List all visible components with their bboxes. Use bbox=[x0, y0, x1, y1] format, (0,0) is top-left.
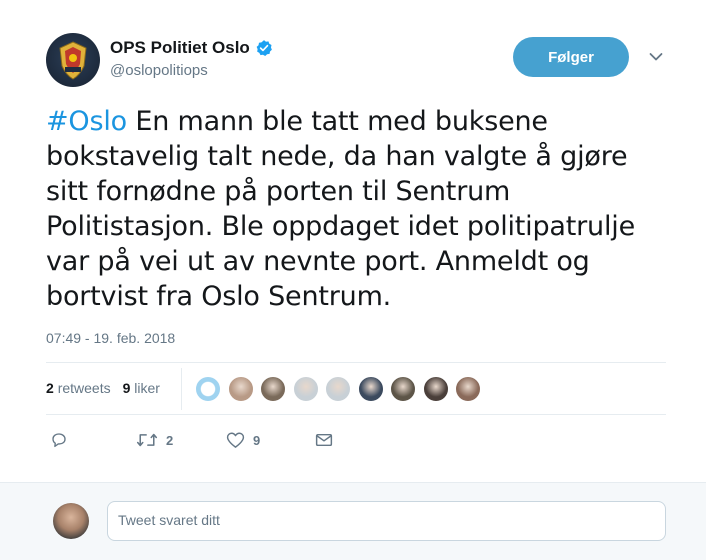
retweet-count: 2 bbox=[166, 432, 174, 448]
hashtag-link[interactable]: #Oslo bbox=[46, 106, 127, 137]
liker-avatar[interactable] bbox=[227, 376, 254, 402]
retweet-icon bbox=[136, 433, 158, 447]
divider bbox=[46, 362, 666, 363]
chevron-down-icon[interactable] bbox=[649, 52, 663, 62]
envelope-icon bbox=[315, 433, 333, 447]
like-count: 9 bbox=[253, 432, 261, 448]
liker-avatar[interactable] bbox=[422, 376, 449, 402]
liker-avatar[interactable] bbox=[292, 376, 319, 402]
liker-avatar[interactable] bbox=[357, 376, 384, 402]
retweets-count: 2 bbox=[46, 380, 54, 396]
liker-avatar[interactable] bbox=[260, 376, 286, 402]
liker-avatar[interactable] bbox=[195, 376, 221, 402]
verified-badge-icon bbox=[256, 40, 272, 56]
liker-avatar[interactable] bbox=[325, 376, 351, 402]
tweet-text: #Oslo En mann ble tatt med buksene bokst… bbox=[46, 104, 676, 314]
likers-avatars bbox=[195, 376, 488, 404]
retweets-label: retweets bbox=[57, 380, 111, 396]
retweet-button[interactable]: 2 bbox=[136, 430, 173, 450]
likes-label: liker bbox=[134, 380, 160, 396]
retweets-stat[interactable]: 2 retweets bbox=[46, 380, 111, 396]
reply-composer: Tweet svaret ditt bbox=[0, 482, 706, 560]
following-button[interactable]: Følger bbox=[513, 37, 629, 77]
tweet-card: OPS Politiet Oslo @oslopolitiops Følger … bbox=[0, 0, 706, 482]
heart-icon bbox=[226, 432, 245, 448]
likes-count: 9 bbox=[122, 380, 131, 396]
like-button[interactable]: 9 bbox=[226, 430, 260, 450]
liker-avatar[interactable] bbox=[455, 376, 481, 402]
reply-input[interactable]: Tweet svaret ditt bbox=[107, 501, 666, 541]
reply-icon bbox=[52, 433, 66, 448]
tweet-stats: 2 retweets 9 liker bbox=[46, 380, 172, 396]
account-avatar[interactable] bbox=[46, 33, 100, 87]
account-handle[interactable]: @oslopolitiops bbox=[110, 62, 208, 79]
police-badge-icon bbox=[59, 41, 87, 80]
divider bbox=[46, 414, 666, 415]
liker-avatar[interactable] bbox=[390, 376, 416, 402]
likes-stat[interactable]: 9 liker bbox=[123, 380, 160, 396]
reply-button[interactable] bbox=[50, 430, 68, 450]
account-name[interactable]: OPS Politiet Oslo bbox=[110, 38, 250, 58]
stats-separator bbox=[181, 368, 182, 410]
tweet-body: En mann ble tatt med buksene bokstavelig… bbox=[46, 106, 635, 312]
direct-message-button[interactable] bbox=[315, 430, 333, 450]
tweet-timestamp[interactable]: 07:49 - 19. feb. 2018 bbox=[46, 330, 175, 346]
tweet-actions: 2 9 bbox=[50, 430, 350, 450]
name-row: OPS Politiet Oslo bbox=[110, 38, 273, 58]
user-avatar[interactable] bbox=[53, 503, 89, 539]
